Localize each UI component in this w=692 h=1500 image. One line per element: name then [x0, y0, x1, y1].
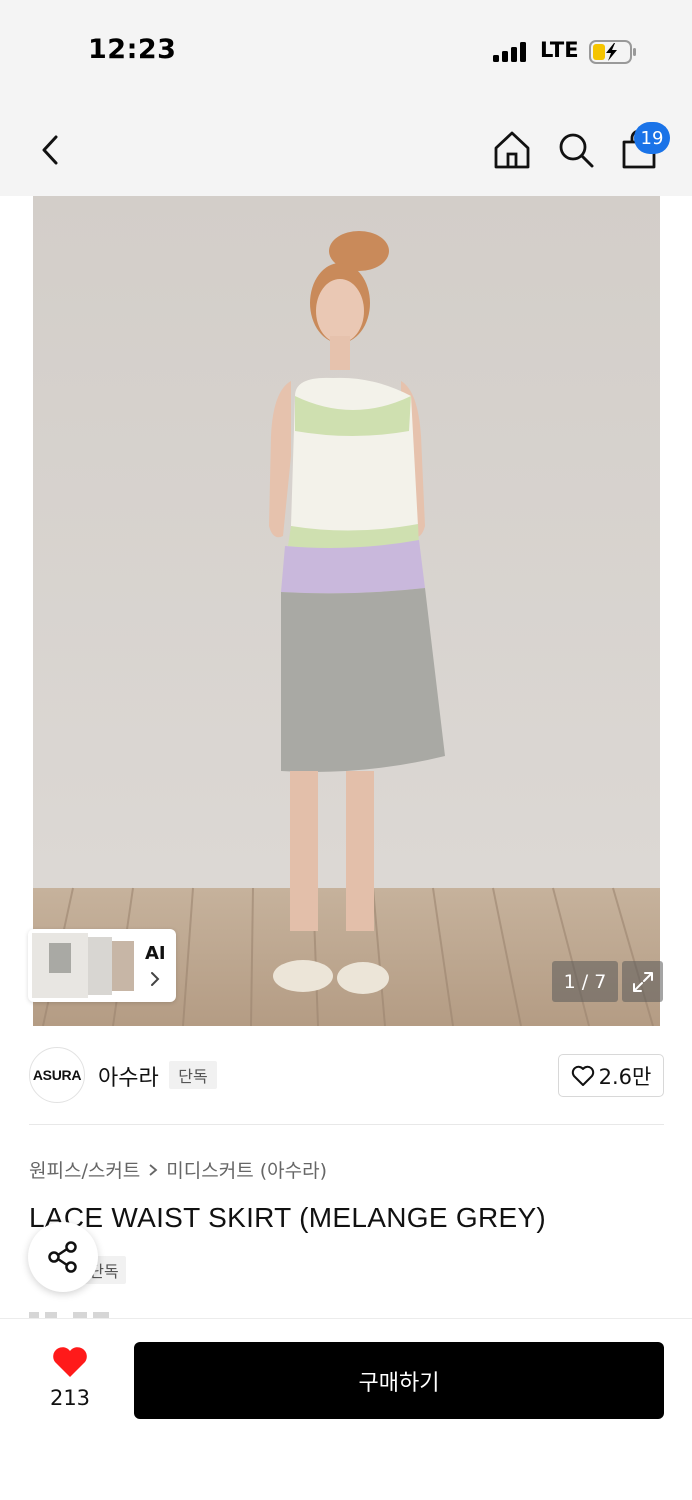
brand-logo[interactable]: ASURA — [29, 1047, 85, 1103]
breadcrumb: 원피스/스커트 미디스커트 (아수라) — [29, 1156, 327, 1183]
share-icon[interactable] — [28, 1222, 98, 1292]
breadcrumb-subcategory[interactable]: 미디스커트 (아수라) — [166, 1156, 327, 1183]
favorite-count: 213 — [49, 1386, 91, 1410]
brand-like-count: 2.6만 — [598, 1064, 652, 1089]
home-icon[interactable] — [490, 128, 534, 172]
heart-outline-icon — [571, 1065, 594, 1086]
chevron-right-icon — [149, 1163, 158, 1176]
network-label: LTE — [540, 38, 579, 62]
battery-charging-icon — [589, 40, 637, 64]
heart-icon[interactable] — [50, 1344, 90, 1380]
divider — [29, 1124, 664, 1125]
exclusive-badge: 단독 — [169, 1061, 217, 1089]
breadcrumb-category[interactable]: 원피스/스커트 — [29, 1156, 140, 1183]
signal-icon — [493, 42, 527, 62]
back-chevron-icon[interactable] — [32, 128, 68, 172]
expand-icon[interactable] — [622, 961, 663, 1002]
buy-button[interactable]: 구매하기 — [134, 1342, 664, 1419]
search-icon[interactable] — [554, 128, 598, 172]
product-title: LACE WAIST SKIRT (MELANGE GREY) — [29, 1202, 547, 1233]
ai-similar-thumbnails[interactable] — [28, 929, 176, 1002]
cart-count-badge: 19 — [634, 122, 670, 154]
ai-label: AI — [145, 943, 166, 964]
image-counter: 1 / 7 — [552, 961, 618, 1002]
product-image[interactable] — [33, 196, 660, 1026]
status-time: 12:23 — [88, 34, 177, 65]
brand-name[interactable]: 아수라 — [98, 1060, 159, 1092]
chevron-right-icon — [148, 970, 162, 988]
brand-like-button[interactable]: 2.6만 — [558, 1054, 664, 1097]
